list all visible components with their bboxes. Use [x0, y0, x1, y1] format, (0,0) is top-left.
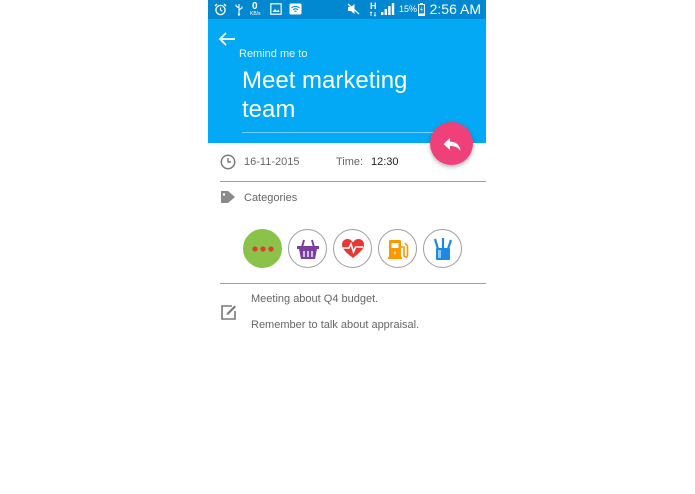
- notes-section: Meeting about Q4 budget. Remember to tal…: [208, 290, 486, 350]
- clock-icon: [220, 154, 236, 175]
- phone-screen: 0 KB/s H 15% 2:56 AM Remind me to Meet m…: [208, 0, 486, 494]
- note-line[interactable]: Meeting about Q4 budget.: [251, 293, 378, 305]
- status-time: 2:56 AM: [429, 1, 481, 17]
- back-arrow-icon[interactable]: [218, 31, 240, 49]
- category-shopping-button[interactable]: [288, 229, 327, 268]
- schedule-row: 16-11-2015 Time: 12:30: [208, 150, 486, 176]
- remind-label: Remind me to: [239, 48, 308, 60]
- category-health-button[interactable]: [333, 229, 372, 268]
- signal-icon: [380, 2, 396, 16]
- usb-icon: [233, 2, 245, 16]
- fuel-pump-icon: [387, 238, 409, 260]
- basket-icon: [296, 238, 320, 260]
- data-speed-unit: KB/s: [250, 11, 261, 17]
- mute-icon: [346, 2, 360, 16]
- edit-note-icon: [220, 304, 237, 326]
- categories-label: Categories: [244, 192, 298, 204]
- network-h-icon: [369, 10, 377, 17]
- battery-icon: [417, 2, 426, 16]
- time-field[interactable]: 12:30: [371, 156, 399, 168]
- category-picker: [243, 229, 473, 268]
- screenshot-icon: [269, 2, 282, 16]
- reminder-title-input[interactable]: Meet marketing team: [242, 66, 442, 124]
- status-bar: 0 KB/s H 15% 2:56 AM: [208, 0, 486, 19]
- category-more-button[interactable]: [243, 229, 282, 268]
- divider: [220, 181, 486, 182]
- categories-row: Categories: [208, 187, 486, 209]
- divider: [220, 283, 486, 284]
- date-field[interactable]: 16-11-2015: [244, 156, 299, 168]
- category-fuel-button[interactable]: [378, 229, 417, 268]
- tag-icon: [220, 190, 237, 209]
- battery-percent: 15%: [399, 4, 418, 14]
- more-dots-icon: [251, 245, 274, 252]
- time-label: Time:: [336, 156, 364, 168]
- wifi-icon: [288, 2, 302, 16]
- title-underline: [242, 132, 438, 133]
- note-line[interactable]: Remember to talk about appraisal.: [251, 319, 419, 331]
- heart-pulse-icon: [341, 238, 365, 259]
- category-stationery-button[interactable]: [423, 229, 462, 268]
- pencil-cup-icon: [433, 237, 453, 261]
- alarm-icon: [213, 2, 227, 16]
